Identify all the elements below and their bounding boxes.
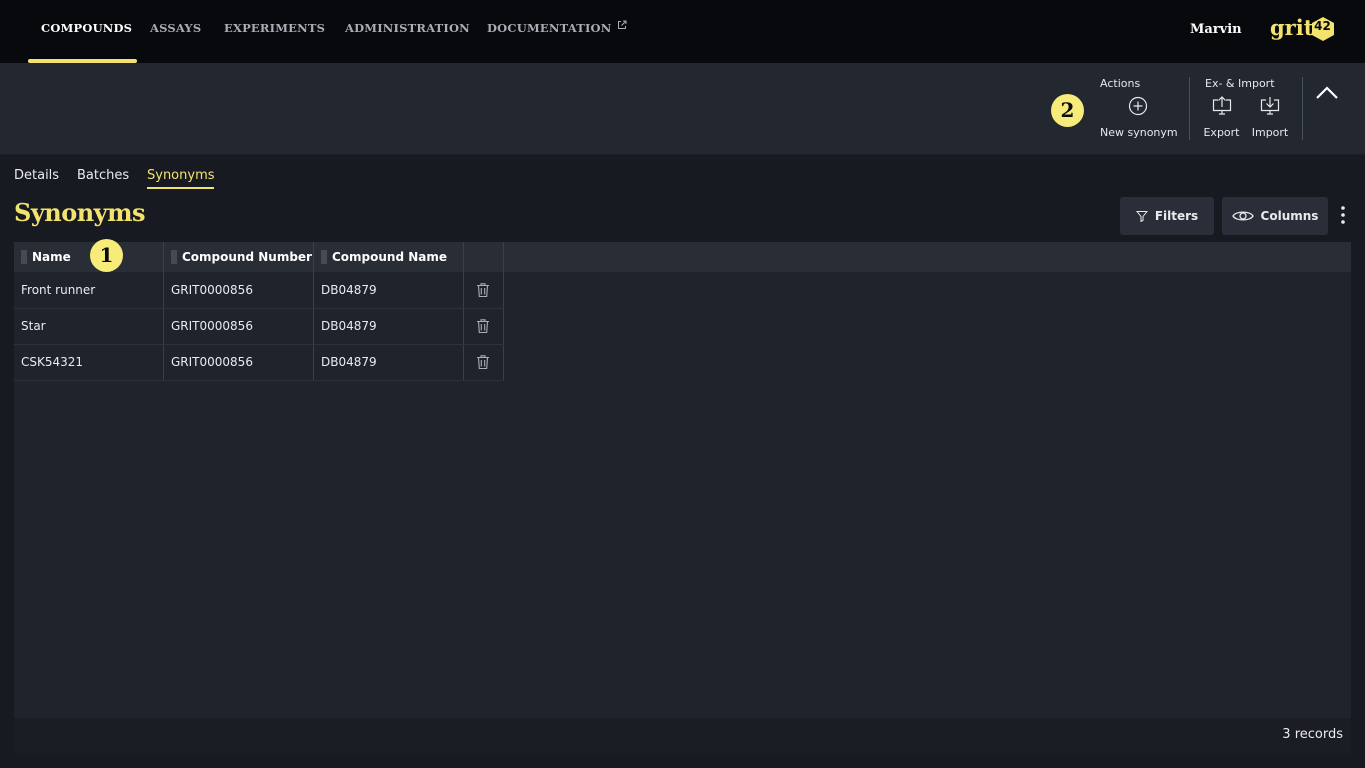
actions-group-title: Actions [1100,77,1141,90]
cell-name: Star [21,319,46,333]
nav-documentation-label: DOCUMENTATION [487,21,612,35]
logo-number: 42 [1314,19,1331,33]
toolbar-divider [1302,77,1303,140]
tab-details[interactable]: Details [14,168,59,183]
action-toolbar: 2 Actions New synonym Ex- & Import Expor… [0,63,1365,155]
top-nav-bar: COMPOUNDS ASSAYS EXPERIMENTS ADMINISTRAT… [0,0,1365,63]
import-icon [1260,97,1280,115]
logo-text: grit [1270,15,1314,40]
active-tab-indicator [147,187,214,189]
trash-icon[interactable] [475,354,491,370]
cell-name: Front runner [21,283,96,297]
external-link-icon [618,20,627,29]
column-header-compound-name[interactable]: Compound Name [321,242,447,272]
nav-documentation[interactable]: DOCUMENTATION [487,20,627,36]
column-header-label: Name [32,250,71,264]
column-header-compound-number[interactable]: Compound Number [171,242,312,272]
add-circle-icon [1128,96,1148,116]
synonyms-table: Name Compound Number Compound Name 1 Fro… [14,239,1351,753]
cell-compound-name: DB04879 [321,283,377,297]
new-synonym-button[interactable]: New synonym [1100,96,1178,139]
table-header: Name Compound Number Compound Name [14,242,1351,272]
page-title: Synonyms [14,198,146,227]
eye-icon [1231,211,1254,221]
export-label: Export [1203,126,1240,139]
app-logo[interactable]: grit 42 [1270,15,1336,45]
cell-compound-number: GRIT0000856 [171,355,253,369]
column-drag-handle[interactable] [171,249,177,264]
tab-batches[interactable]: Batches [77,168,129,183]
import-button[interactable]: Import [1251,96,1289,139]
import-label: Import [1251,126,1289,139]
table-row[interactable]: Star GRIT0000856 DB04879 [14,308,504,345]
cell-compound-number: GRIT0000856 [171,283,253,297]
filters-button[interactable]: Filters [1120,197,1214,235]
table-row[interactable]: Front runner GRIT0000856 DB04879 [14,272,504,309]
export-icon [1212,96,1231,115]
new-synonym-label: New synonym [1100,126,1178,139]
table-footer: 3 records [14,718,1351,753]
column-drag-handle[interactable] [321,249,327,264]
cell-name: CSK54321 [21,355,84,369]
nav-administration[interactable]: ADMINISTRATION [345,20,470,36]
column-drag-handle[interactable] [21,249,27,264]
filters-label: Filters [1154,209,1199,223]
table-row[interactable]: CSK54321 GRIT0000856 DB04879 [14,344,504,381]
trash-icon[interactable] [475,318,491,334]
nav-experiments[interactable]: EXPERIMENTS [224,20,325,36]
trash-icon[interactable] [475,282,491,298]
column-header-label: Compound Name [332,250,448,264]
chevron-up-icon[interactable] [1314,83,1340,103]
user-menu[interactable]: Marvin [1190,22,1242,37]
records-count: 3 records [1282,727,1343,742]
column-header-label: Compound Number [182,250,312,264]
column-header-name[interactable]: Name [21,242,71,272]
columns-button[interactable]: Columns [1222,197,1328,235]
export-button[interactable]: Export [1203,96,1240,139]
columns-label: Columns [1260,209,1319,223]
nav-assays[interactable]: ASSAYS [150,20,201,36]
nav-compounds[interactable]: COMPOUNDS [41,20,132,36]
cell-compound-number: GRIT0000856 [171,319,253,333]
more-vert-icon[interactable] [1336,204,1350,226]
cell-compound-name: DB04879 [321,319,377,333]
toolbar-divider [1189,77,1190,140]
tab-synonyms[interactable]: Synonyms [147,168,215,183]
filter-icon [1135,211,1148,222]
eximport-group-title: Ex- & Import [1205,77,1275,90]
callout-marker-2: 2 [1051,94,1084,127]
cell-compound-name: DB04879 [321,355,377,369]
callout-marker-1: 1 [90,239,123,272]
